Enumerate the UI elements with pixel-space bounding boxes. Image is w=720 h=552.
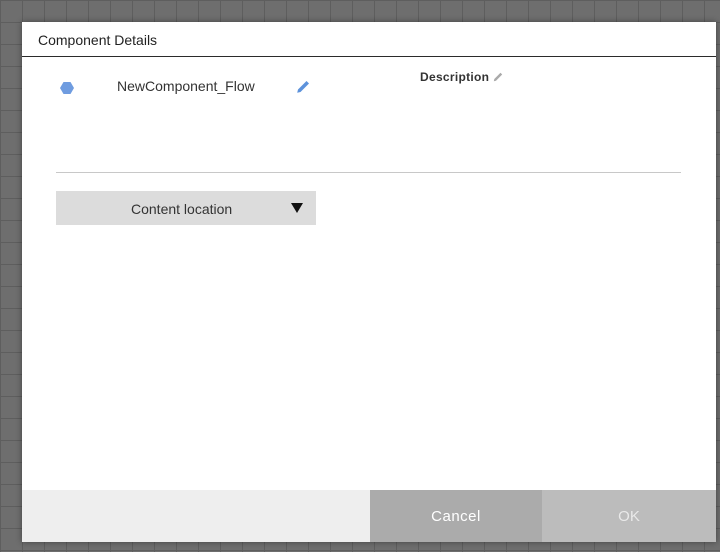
component-details-dialog: Component Details NewComponent_Flow Desc…: [22, 22, 716, 542]
dialog-footer: Cancel OK: [22, 490, 716, 542]
edit-description-pencil-icon[interactable]: [493, 72, 503, 82]
hexagon-icon: [60, 82, 74, 94]
dialog-header: Component Details: [22, 22, 716, 57]
section-divider: [56, 172, 681, 173]
description-header: Description: [420, 70, 503, 84]
cancel-button[interactable]: Cancel: [370, 490, 542, 542]
content-location-label: Content location: [131, 201, 233, 217]
description-label: Description: [420, 70, 490, 84]
ok-button[interactable]: OK: [542, 490, 716, 542]
edit-name-pencil-icon[interactable]: [296, 80, 310, 94]
content-location-dropdown[interactable]: Content location: [56, 191, 316, 225]
component-name: NewComponent_Flow: [117, 78, 255, 94]
caret-down-icon: [291, 203, 303, 213]
dialog-title: Component Details: [38, 32, 158, 48]
